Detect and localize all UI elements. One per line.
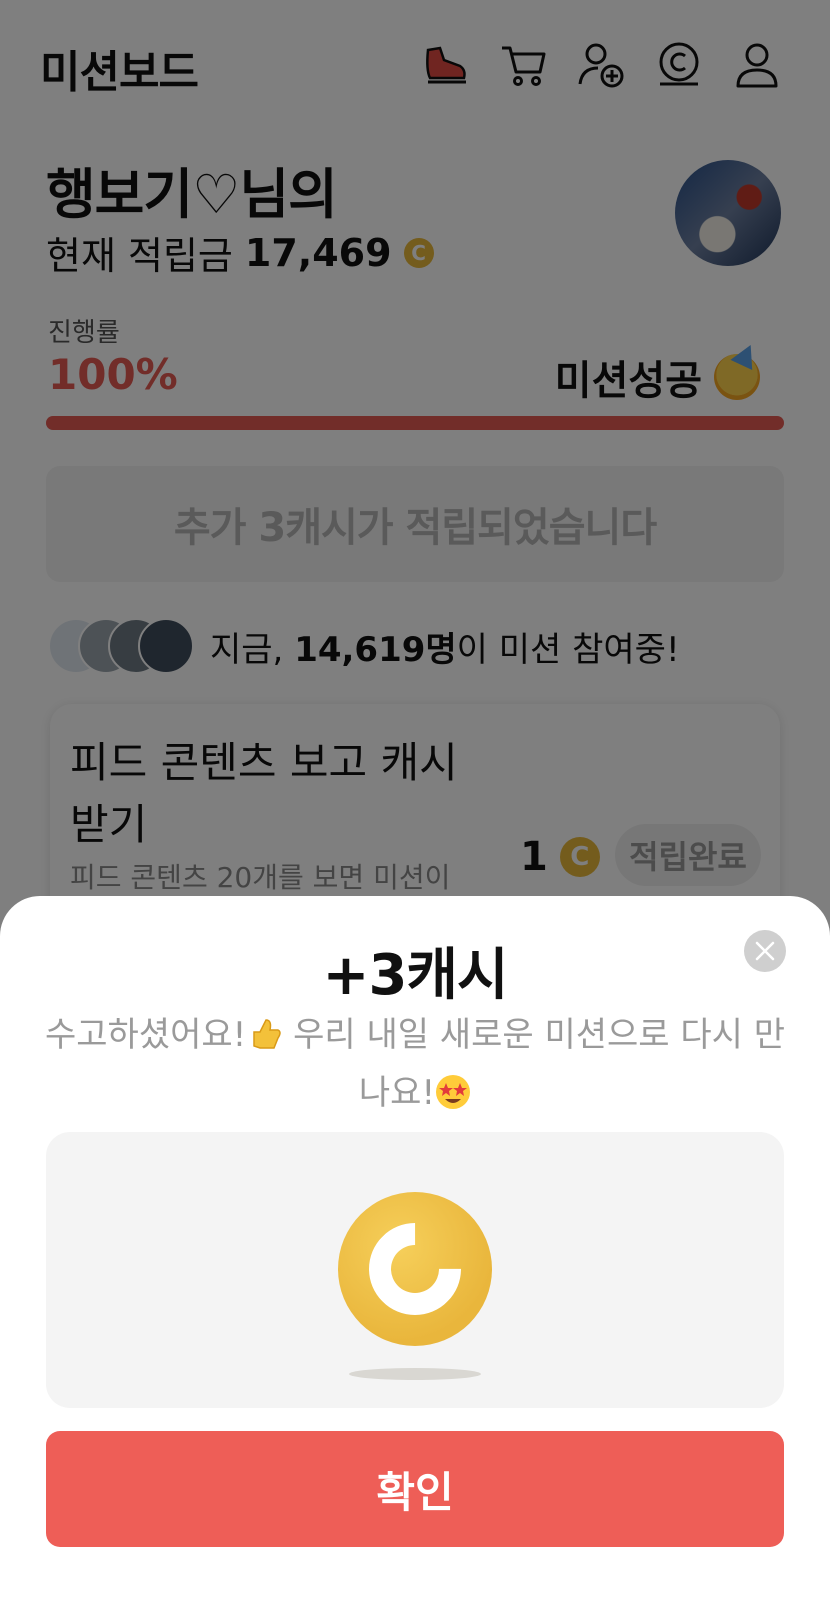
star-struck-icon xyxy=(436,1075,471,1109)
coin-shadow xyxy=(349,1368,481,1380)
sheet-title: +3캐시 xyxy=(322,943,509,1008)
close-icon xyxy=(755,941,775,961)
big-coin-icon xyxy=(338,1192,492,1346)
sheet-message-part1: 수고하셨어요! xyxy=(44,1015,247,1055)
sheet-message-part2: 우리 내일 새로운 미션으로 다시 만나요! xyxy=(282,1015,786,1113)
close-button[interactable] xyxy=(744,930,786,972)
coin-panel xyxy=(46,1132,784,1408)
confirm-button[interactable]: 확인 xyxy=(46,1431,784,1547)
thumbs-up-icon xyxy=(253,1019,282,1049)
reward-bottom-sheet: +3캐시 수고하셨어요! 우리 내일 새로운 미션으로 다시 만나요! 확인 xyxy=(0,896,830,1617)
sheet-message: 수고하셨어요! 우리 내일 새로운 미션으로 다시 만나요! xyxy=(40,1006,790,1122)
